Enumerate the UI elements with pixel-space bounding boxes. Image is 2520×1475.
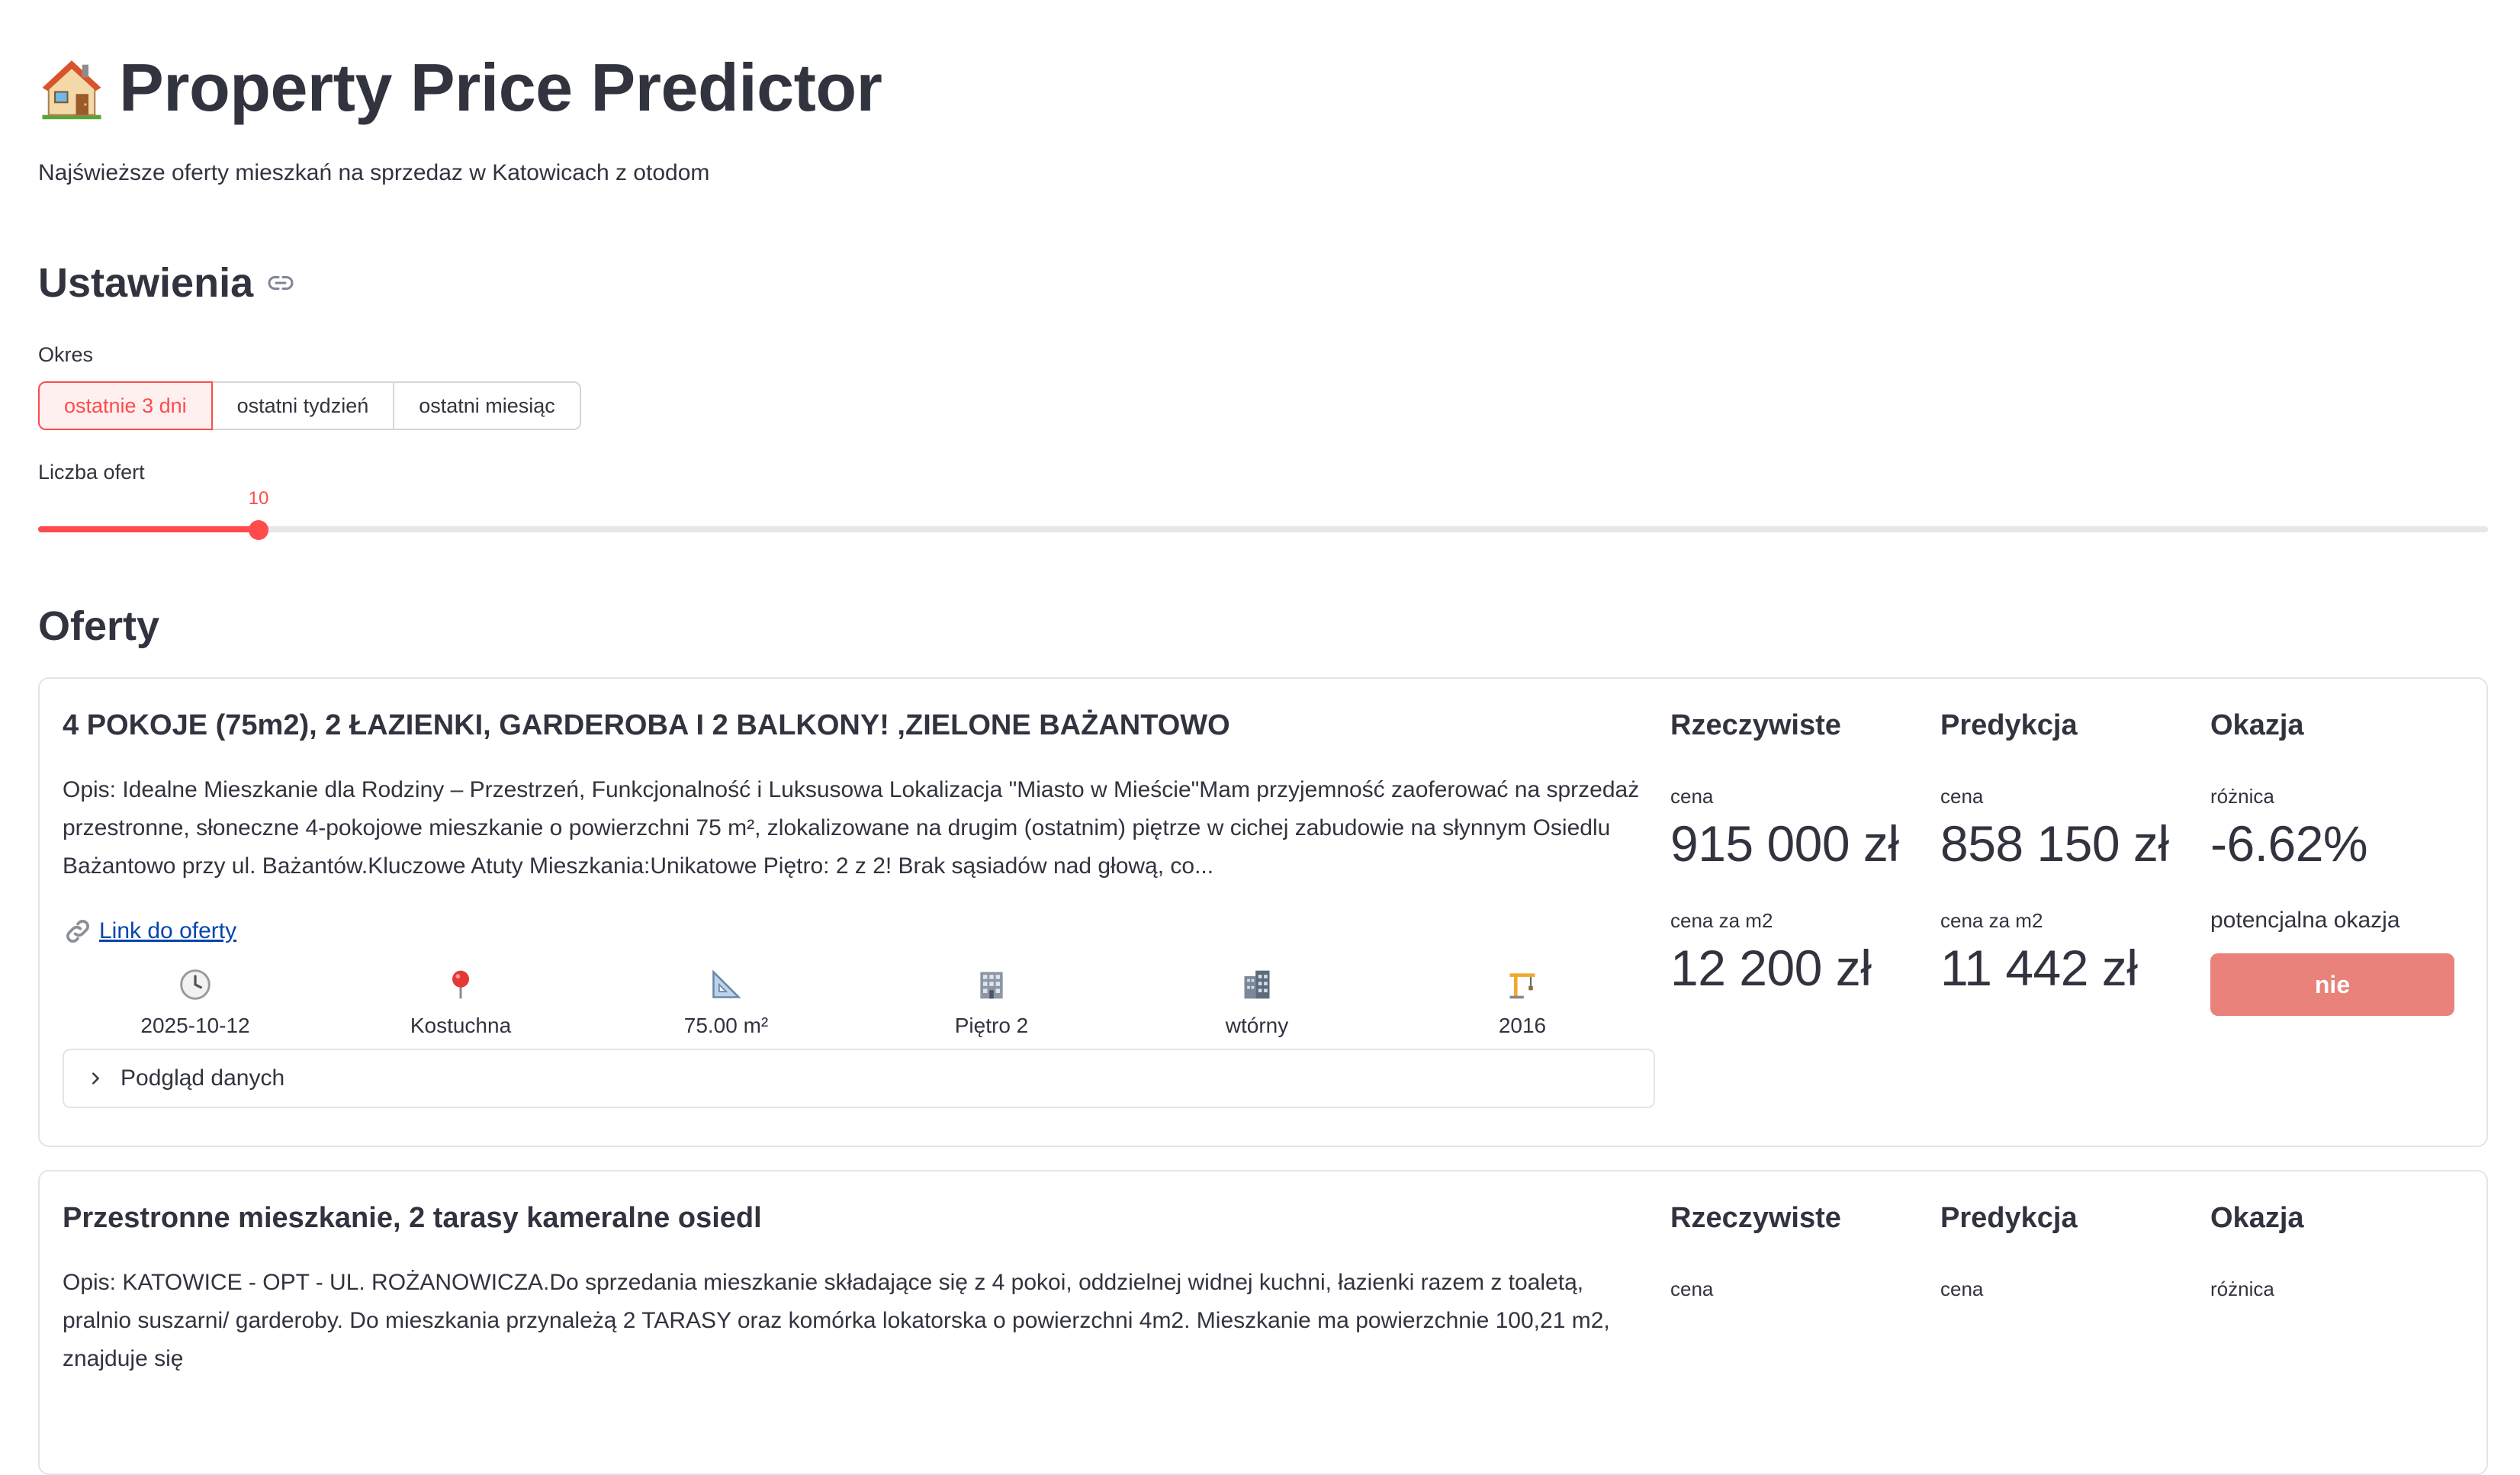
actual-price-label: cena xyxy=(1670,785,1714,808)
deal-label: potencjalna okazja xyxy=(2210,908,2400,933)
offer-description: Opis: KATOWICE - OPT - UL. ROŻANOWICZA.D… xyxy=(63,1270,1610,1371)
offer-card: Przestronne mieszkanie, 2 tarasy kameral… xyxy=(38,1170,2488,1475)
link-chain-icon xyxy=(66,920,89,943)
chevron-right-icon xyxy=(92,1072,99,1085)
app-page: Property Price Predictor Najświeższe ofe… xyxy=(0,0,2520,1475)
metrics-deal: Okazja różnica -6.62% potencjalna okazja… xyxy=(2210,702,2471,1016)
offer-description: Opis: Idealne Mieszkanie dla Rodziny – P… xyxy=(63,777,1640,879)
offer-link-row: Link do oferty xyxy=(63,916,1655,946)
period-option-3-days[interactable]: ostatnie 3 dni xyxy=(38,381,213,430)
settings-heading-text: Ustawienia xyxy=(38,260,254,306)
metrics-prediction: Predykcja cena xyxy=(1940,1194,2210,1301)
pred-price-label: cena xyxy=(1940,785,1984,808)
construction-crane-icon xyxy=(1509,973,1535,999)
house-icon xyxy=(42,60,101,120)
count-slider[interactable]: 10 xyxy=(38,488,2488,564)
deal-badge: nie xyxy=(2210,953,2454,1016)
actual-heading: Rzeczywiste xyxy=(1670,709,1841,741)
actual-ppm-label: cena za m2 xyxy=(1670,909,1773,932)
offer-title: Przestronne mieszkanie, 2 tarasy kameral… xyxy=(63,1202,762,1234)
attr-market-text: wtórny xyxy=(1225,1014,1289,1037)
offer-info: Przestronne mieszkanie, 2 tarasy kameral… xyxy=(63,1194,1655,1378)
offer-info: 4 POKOJE (75m2), 2 ŁAZIENKI, GARDEROBA I… xyxy=(63,702,1655,1108)
count-label: Liczba ofert xyxy=(38,461,145,484)
period-segmented-control: ostatnie 3 dni ostatni tydzień ostatni m… xyxy=(38,381,581,430)
attr-area-text: 75.00 m² xyxy=(683,1014,769,1037)
slider-fill xyxy=(38,526,259,532)
period-option-week[interactable]: ostatni tydzień xyxy=(211,381,395,430)
offer-metrics: Rzeczywiste cena Predykcja cena Okazja r… xyxy=(1670,1194,2471,1301)
slider-thumb[interactable] xyxy=(249,520,268,540)
metrics-prediction: Predykcja cena 858 150 zł cena za m2 11 … xyxy=(1940,702,2210,1016)
metrics-actual: Rzeczywiste cena xyxy=(1670,1194,1940,1301)
diff-label: różnica xyxy=(2210,785,2274,808)
deal-heading: Okazja xyxy=(2210,709,2304,741)
settings-heading: Ustawienia xyxy=(38,259,294,307)
actual-price-label: cena xyxy=(1670,1277,1714,1300)
attr-date-text: 2025-10-12 xyxy=(140,1014,250,1037)
attr-year: 2016 xyxy=(1390,968,1655,1038)
pred-price-label: cena xyxy=(1940,1277,1984,1300)
attr-date: 2025-10-12 xyxy=(63,968,328,1038)
actual-ppm: 12 200 zł xyxy=(1670,940,1872,996)
diff-value: -6.62% xyxy=(2210,815,2368,872)
clock-icon xyxy=(180,969,211,1000)
attr-year-text: 2016 xyxy=(1498,1014,1547,1037)
slider-track[interactable] xyxy=(38,526,2488,532)
actual-heading: Rzeczywiste xyxy=(1670,1202,1841,1234)
offers-heading: Oferty xyxy=(38,603,160,649)
diff-label: różnica xyxy=(2210,1277,2274,1300)
anchor-link-icon[interactable] xyxy=(267,269,294,297)
prediction-heading: Predykcja xyxy=(1940,1202,2078,1234)
period-option-month[interactable]: ostatni miesiąc xyxy=(393,381,581,430)
building-icon xyxy=(980,972,1003,999)
expander-label: Podgląd danych xyxy=(121,1065,285,1091)
pred-ppm-label: cena za m2 xyxy=(1940,909,2043,932)
actual-price: 915 000 zł xyxy=(1670,815,1899,872)
office-building-icon xyxy=(1244,970,1270,999)
attr-floor: Piętro 2 xyxy=(859,968,1124,1038)
attr-market: wtórny xyxy=(1124,968,1390,1038)
metrics-deal: Okazja różnica xyxy=(2210,1194,2471,1301)
page-title: Property Price Predictor xyxy=(119,50,882,125)
offer-title: 4 POKOJE (75m2), 2 ŁAZIENKI, GARDEROBA I… xyxy=(63,709,1230,741)
data-preview-expander[interactable]: Podgląd danych xyxy=(63,1049,1655,1108)
prediction-heading: Predykcja xyxy=(1940,709,2078,741)
page-subtitle: Najświeższe oferty mieszkań na sprzedaz … xyxy=(38,160,710,185)
pin-icon xyxy=(452,970,469,999)
offer-card: 4 POKOJE (75m2), 2 ŁAZIENKI, GARDEROBA I… xyxy=(38,677,2488,1147)
pred-ppm: 11 442 zł xyxy=(1940,940,2138,996)
attr-area: 75.00 m² xyxy=(593,968,859,1038)
offer-link[interactable]: Link do oferty xyxy=(99,918,236,944)
title-row: Property Price Predictor xyxy=(38,49,882,127)
attr-district: Kostuchna xyxy=(328,968,593,1038)
attr-district-text: Kostuchna xyxy=(410,1014,512,1037)
slider-value: 10 xyxy=(248,488,269,509)
metrics-actual: Rzeczywiste cena 915 000 zł cena za m2 1… xyxy=(1670,702,1940,1016)
pred-price: 858 150 zł xyxy=(1940,815,2169,872)
offer-attributes: 2025-10-12 Kostuchna 75.00 m² Piętro 2 w… xyxy=(63,968,1655,1038)
ruler-icon xyxy=(712,969,741,998)
period-label: Okres xyxy=(38,343,94,366)
deal-heading: Okazja xyxy=(2210,1202,2304,1234)
offer-metrics: Rzeczywiste cena 915 000 zł cena za m2 1… xyxy=(1670,702,2471,1016)
attr-floor-text: Piętro 2 xyxy=(954,1014,1029,1037)
